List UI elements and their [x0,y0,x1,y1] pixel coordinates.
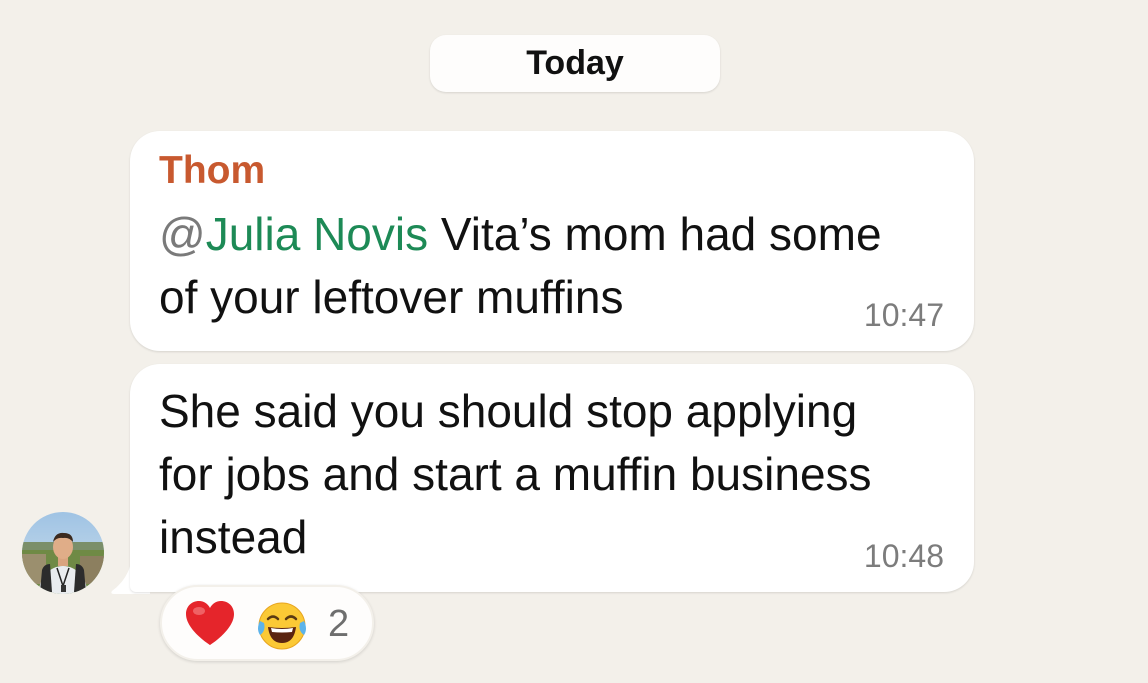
message-line: She said you should stop applying [159,385,858,437]
message-line: instead [159,511,308,563]
message-line: @Julia Novis Vita’s mom had some [159,203,959,266]
sender-name[interactable]: Thom [159,151,265,190]
message-bubble[interactable]: She said you should stop applying for jo… [130,364,974,592]
date-divider: Today [430,35,720,92]
date-divider-label: Today [526,44,624,82]
message-line: of your leftover muffins [159,271,624,323]
reactions-pill[interactable]: 2 [160,585,374,661]
laughing-tears-icon [258,602,306,650]
message-text: She said you should stop applying for jo… [159,380,959,569]
avatar[interactable] [22,512,104,594]
message-bubble[interactable]: Thom @Julia Novis Vita’s mom had some of… [130,131,974,351]
message-text: @Julia Novis Vita’s mom had some of your… [159,203,959,329]
message-timestamp: 10:48 [863,538,944,574]
message-line: for jobs and start a muffin business [159,448,872,500]
message-timestamp: 10:47 [863,297,944,333]
avatar-photo-icon [22,512,104,594]
reaction-count: 2 [328,603,350,645]
mention-link[interactable]: Julia Novis [206,208,428,260]
mention-at-sign: @ [159,208,206,260]
red-heart-icon [186,601,234,645]
message-line-rest: Vita’s mom had some [428,208,882,260]
